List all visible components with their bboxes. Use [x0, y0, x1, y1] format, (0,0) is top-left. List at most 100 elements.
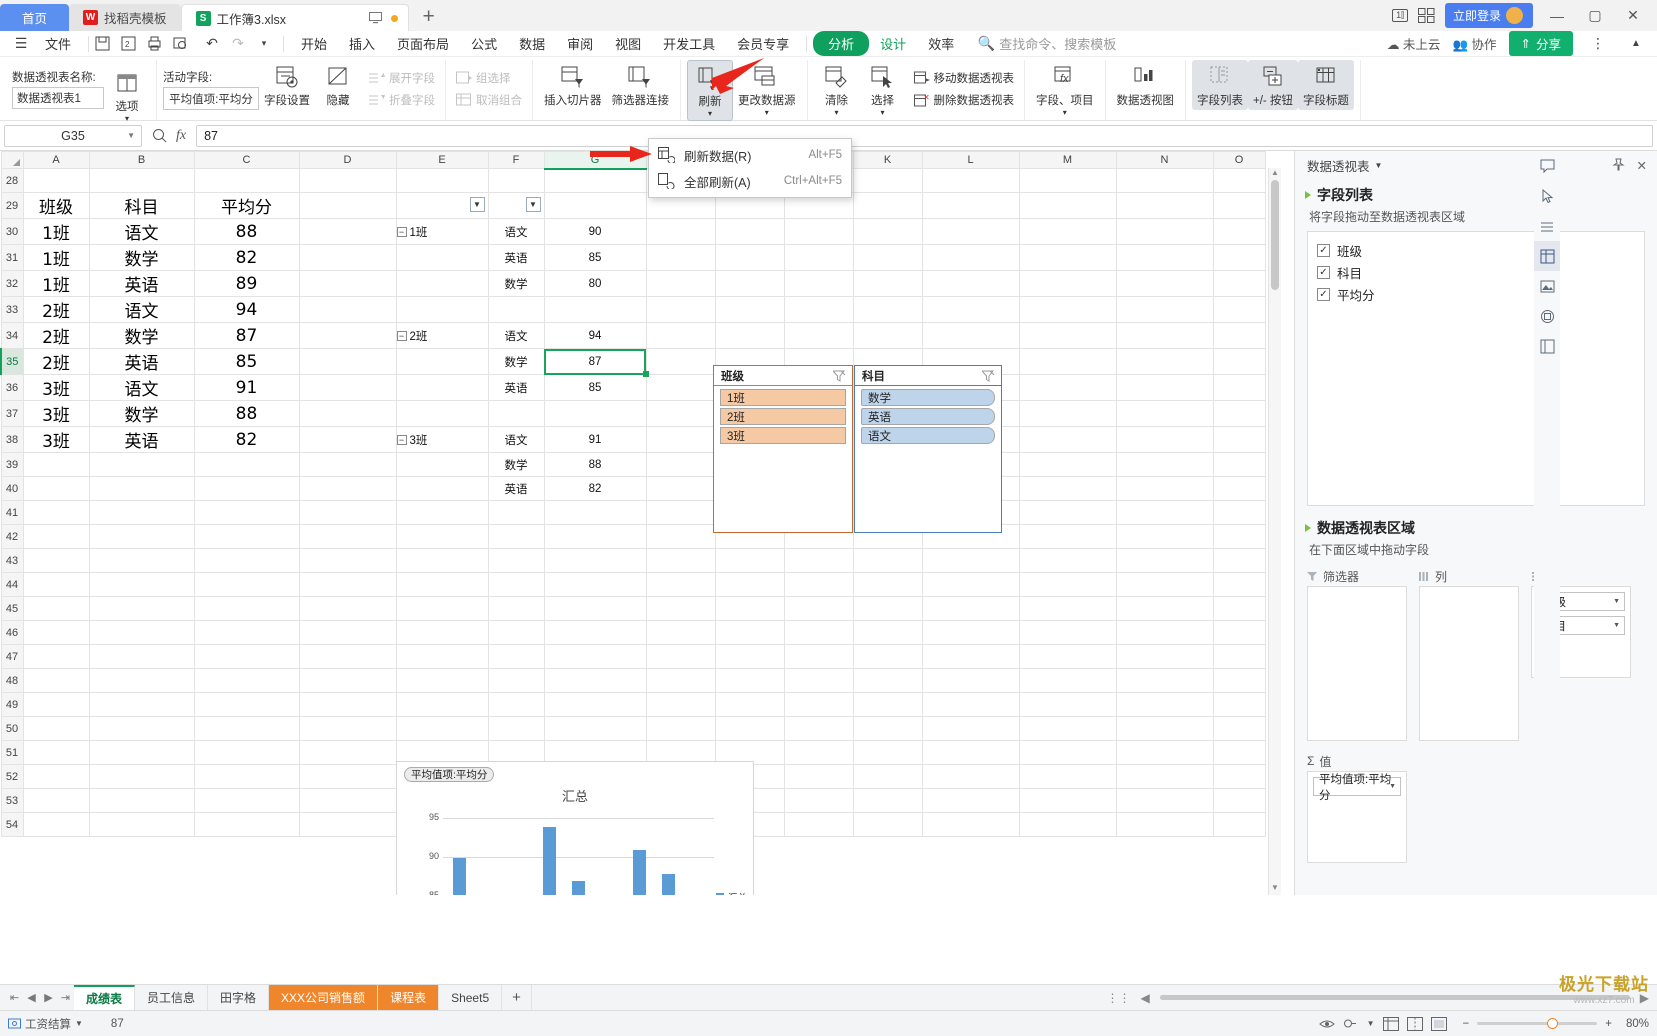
hscroll-left-icon[interactable]: ◀ — [1141, 991, 1150, 1005]
cell-G28[interactable] — [543, 168, 647, 193]
cell-K47[interactable] — [852, 644, 923, 669]
slicer-class-item-2[interactable]: 2班 — [720, 408, 846, 425]
cell-F50[interactable] — [487, 716, 545, 741]
cell-O54[interactable] — [1212, 812, 1266, 837]
cell-D52[interactable] — [298, 764, 397, 789]
last-sheet-icon[interactable]: ⇥ — [57, 991, 74, 1004]
row-head-41[interactable]: 41 — [0, 500, 24, 525]
cell-B40[interactable] — [88, 476, 195, 501]
rail-tools-icon[interactable] — [1534, 211, 1560, 241]
cell-F37[interactable] — [487, 400, 545, 427]
cell-I48[interactable] — [714, 668, 785, 693]
row-head-36[interactable]: 36 — [0, 374, 24, 401]
cell-M50[interactable] — [1018, 716, 1117, 741]
undo-icon[interactable]: ↶ — [199, 35, 225, 52]
slicer-class[interactable]: 班级 1班 2班 3班 — [713, 365, 853, 533]
cell-D28[interactable] — [298, 168, 397, 193]
chevron-down-icon[interactable]: ▼ — [1613, 622, 1620, 629]
rail-pivot-icon[interactable] — [1534, 241, 1560, 271]
normal-view-icon[interactable] — [1382, 1016, 1399, 1031]
pivot-group-2[interactable]: −2班 — [395, 322, 489, 349]
cell-A53[interactable] — [22, 788, 90, 813]
cell-E46[interactable] — [395, 620, 489, 645]
cell-I45[interactable] — [714, 596, 785, 621]
pivot-header-value[interactable]: 平均值项:平均分 — [543, 192, 647, 219]
cell-E49[interactable] — [395, 692, 489, 717]
cell-C42[interactable] — [193, 524, 300, 549]
row-head-42[interactable]: 42 — [0, 524, 24, 549]
pivot-val-1-0[interactable]: 90 — [543, 218, 647, 245]
zoom-slider[interactable] — [1477, 1018, 1598, 1029]
row-head-54[interactable]: 54 — [0, 812, 24, 837]
cell-D47[interactable] — [298, 644, 397, 669]
menu-review[interactable]: 审阅 — [556, 31, 604, 56]
pivot-val-2-0[interactable]: 94 — [543, 322, 647, 349]
sheet-tab-tianzige[interactable]: 田字格 — [208, 984, 270, 1011]
collab-button[interactable]: 👥 协作 — [1452, 34, 1496, 53]
delete-pivot-button[interactable]: ✕ 删除数据透视表 — [910, 90, 1019, 110]
cell-F46[interactable] — [487, 620, 545, 645]
cell-L30[interactable] — [921, 218, 1020, 245]
cell-N48[interactable] — [1115, 668, 1214, 693]
payroll-label[interactable]: 工资结算 — [25, 1016, 71, 1032]
cloud-status[interactable]: ☁ 未上云 — [1387, 34, 1441, 53]
cell-M46[interactable] — [1018, 620, 1117, 645]
cell-C53[interactable] — [193, 788, 300, 813]
cell-N29[interactable] — [1115, 192, 1214, 219]
rail-cursor-icon[interactable] — [1534, 181, 1560, 211]
field-item-class[interactable]: ✓ 班级 — [1317, 239, 1635, 261]
cell-H34[interactable] — [645, 322, 716, 349]
row-head-37[interactable]: 37 — [0, 400, 24, 427]
cell-N34[interactable] — [1115, 322, 1214, 349]
refresh-button[interactable]: 刷新 ▾ — [687, 60, 733, 121]
value-field-average[interactable]: 平均值项:平均分 ▼ — [1313, 774, 1401, 802]
cell-A45[interactable] — [22, 596, 90, 621]
chevron-down-icon[interactable]: ▼ — [1389, 783, 1396, 790]
cell-M43[interactable] — [1018, 548, 1117, 573]
rail-shapes-icon[interactable] — [1534, 301, 1560, 331]
cell-D51[interactable] — [298, 740, 397, 765]
field-headers-button[interactable]: 字段标题 — [1297, 60, 1354, 110]
cell-B53[interactable] — [88, 788, 195, 813]
cell-A34[interactable]: 2班 — [22, 322, 90, 349]
cell-M47[interactable] — [1018, 644, 1117, 669]
cell-H35[interactable] — [645, 348, 716, 375]
active-field-input[interactable]: 平均值项:平均分 — [163, 86, 259, 110]
cell-A29[interactable]: 班级 — [22, 192, 90, 219]
chart-value-field-button[interactable]: 平均值项:平均分 — [404, 767, 495, 782]
cell-O50[interactable] — [1212, 716, 1266, 741]
cell-B38[interactable]: 英语 — [88, 426, 195, 453]
row-head-48[interactable]: 48 — [0, 668, 24, 693]
field-list[interactable]: ✓ 班级 ✓ 科目 ✓ 平均分 — [1307, 231, 1645, 506]
cell-C31[interactable]: 82 — [193, 244, 300, 271]
cell-M52[interactable] — [1018, 764, 1117, 789]
cell-B54[interactable] — [88, 812, 195, 837]
cell-G37[interactable] — [543, 400, 647, 427]
cell-L31[interactable] — [921, 244, 1020, 271]
cell-M38[interactable] — [1018, 426, 1117, 453]
cell-I47[interactable] — [714, 644, 785, 669]
cell-C32[interactable]: 89 — [193, 270, 300, 297]
name-box-chevron-down-icon[interactable]: ▼ — [127, 131, 135, 140]
cell-N32[interactable] — [1115, 270, 1214, 297]
zoom-slider-knob[interactable] — [1547, 1018, 1559, 1029]
cell-H45[interactable] — [645, 596, 716, 621]
row-head-39[interactable]: 39 — [0, 452, 24, 477]
cell-H43[interactable] — [645, 548, 716, 573]
cell-M42[interactable] — [1018, 524, 1117, 549]
col-N[interactable]: N — [1115, 151, 1214, 169]
cell-O38[interactable] — [1212, 426, 1266, 453]
cell-H46[interactable] — [645, 620, 716, 645]
cell-H49[interactable] — [645, 692, 716, 717]
cell-M40[interactable] — [1018, 476, 1117, 501]
hide-button[interactable]: 隐藏 — [315, 60, 361, 110]
cell-N46[interactable] — [1115, 620, 1214, 645]
col-C[interactable]: C — [193, 151, 300, 169]
cell-D43[interactable] — [298, 548, 397, 573]
cell-A54[interactable] — [22, 812, 90, 837]
cell-N30[interactable] — [1115, 218, 1214, 245]
cell-L44[interactable] — [921, 572, 1020, 597]
col-F[interactable]: F — [487, 151, 545, 169]
field-item-average[interactable]: ✓ 平均分 — [1317, 283, 1635, 305]
close-button[interactable]: ✕ — [1619, 7, 1647, 24]
